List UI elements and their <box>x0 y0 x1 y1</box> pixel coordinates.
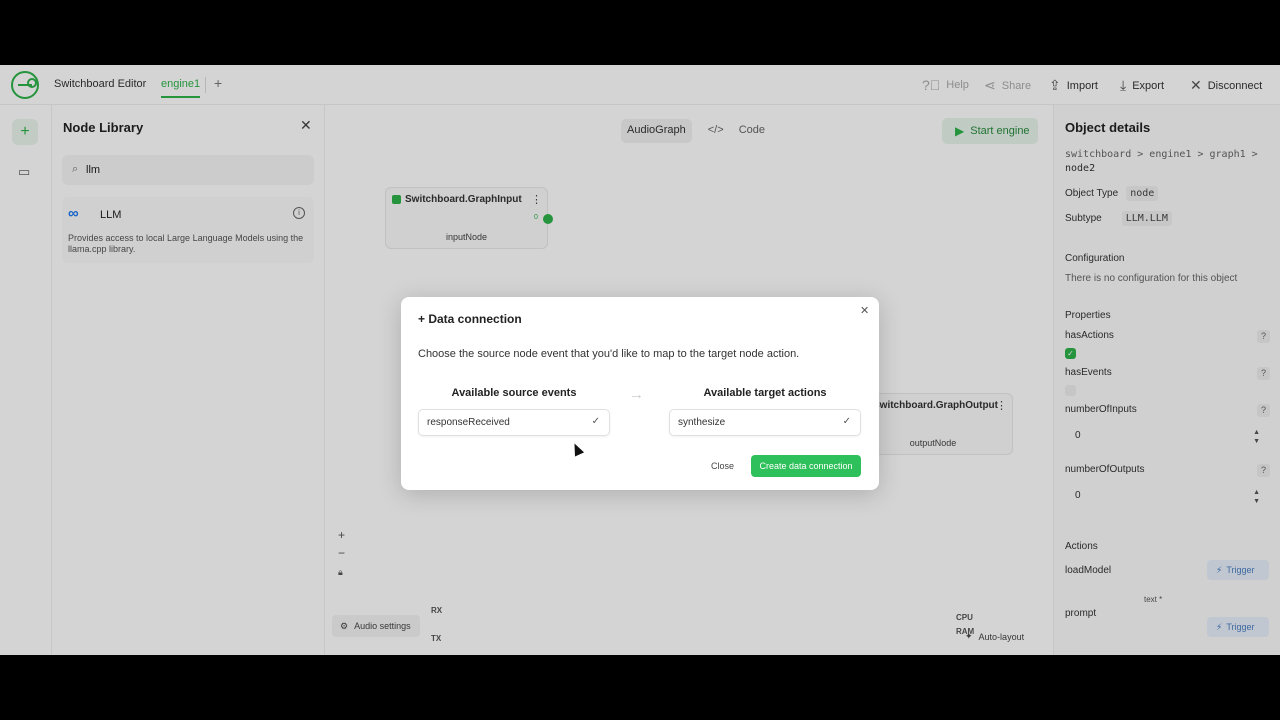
arrow-right-icon: → <box>629 386 644 403</box>
source-event-select[interactable]: responseReceived ✓ <box>418 409 610 436</box>
target-action-select[interactable]: synthesize ✓ <box>669 409 861 436</box>
dialog-title: + Data connection <box>418 312 522 326</box>
close-icon[interactable]: ✕ <box>860 304 869 317</box>
dialog-description: Choose the source node event that you'd … <box>418 348 800 360</box>
source-events-heading: Available source events <box>451 387 577 399</box>
target-actions-heading: Available target actions <box>703 387 827 399</box>
check-icon: ✓ <box>591 416 600 427</box>
close-button[interactable]: Close <box>711 461 734 471</box>
create-data-connection-button[interactable]: Create data connection <box>751 455 861 477</box>
data-connection-dialog: ✕ + Data connection Choose the source no… <box>401 297 879 490</box>
check-icon: ✓ <box>842 416 851 427</box>
app-window: Switchboard Editor engine1 + ?⃝ Help ⋖ S… <box>0 65 1280 655</box>
